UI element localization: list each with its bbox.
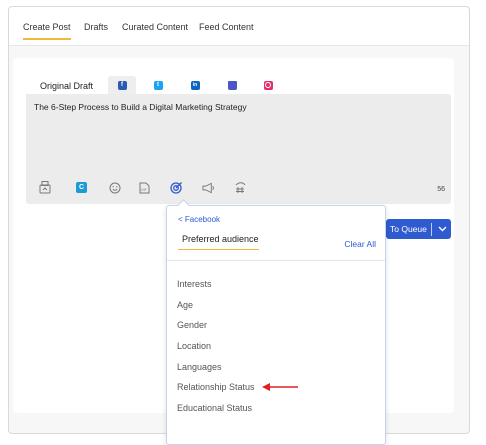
twitter-icon: t: [153, 80, 163, 90]
divider: [167, 260, 385, 261]
canva-icon[interactable]: C: [75, 181, 88, 194]
add-to-queue-button[interactable]: To Queue: [386, 219, 451, 239]
button-divider: [430, 222, 432, 236]
preferred-audience-field[interactable]: Preferred audience: [178, 234, 259, 250]
network-tab-linkedin[interactable]: in: [181, 76, 209, 94]
tab-drafts[interactable]: Drafts: [84, 22, 108, 32]
clear-all-button[interactable]: Clear All: [344, 239, 376, 249]
facebook-icon: f: [117, 80, 127, 90]
google-business-icon: [227, 80, 237, 90]
gif-icon[interactable]: GIF: [138, 181, 151, 194]
chevron-down-icon[interactable]: [438, 224, 447, 234]
post-editor[interactable]: The 6-Step Process to Build a Digital Ma…: [26, 94, 451, 204]
megaphone-icon[interactable]: [202, 181, 215, 194]
media-upload-icon[interactable]: [38, 181, 51, 194]
option-educational-status[interactable]: Educational Status: [177, 403, 252, 413]
hashtag-icon[interactable]: [234, 181, 247, 194]
back-to-facebook-link[interactable]: < Facebook: [178, 215, 220, 224]
option-interests[interactable]: Interests: [177, 279, 212, 289]
top-tab-bar: Create Post Drafts Curated Content Feed …: [9, 7, 469, 46]
character-count: 56: [437, 186, 445, 193]
tab-original-draft[interactable]: Original Draft: [40, 81, 93, 91]
emoji-icon[interactable]: [108, 181, 121, 194]
tab-curated-content[interactable]: Curated Content: [122, 22, 188, 32]
annotation-arrow-icon: [262, 383, 298, 391]
instagram-icon: [263, 80, 273, 90]
svg-text:GIF: GIF: [141, 188, 147, 192]
targeting-icon[interactable]: [170, 181, 183, 194]
option-relationship-status[interactable]: Relationship Status: [177, 382, 255, 392]
audience-targeting-dropdown: < Facebook Preferred audience Clear All …: [166, 205, 386, 445]
option-gender[interactable]: Gender: [177, 320, 207, 330]
option-age[interactable]: Age: [177, 300, 193, 310]
option-languages[interactable]: Languages: [177, 362, 222, 372]
tab-feed-content[interactable]: Feed Content: [199, 22, 254, 32]
network-tab-twitter[interactable]: t: [144, 76, 172, 94]
linkedin-icon: in: [190, 80, 200, 90]
network-tab-instagram[interactable]: [254, 76, 282, 94]
option-location[interactable]: Location: [177, 341, 211, 351]
queue-button-label: To Queue: [390, 224, 427, 234]
network-tab-google-business[interactable]: [218, 76, 246, 94]
tab-create-post[interactable]: Create Post: [23, 22, 71, 40]
network-tab-facebook[interactable]: f: [108, 76, 136, 94]
post-text[interactable]: The 6-Step Process to Build a Digital Ma…: [34, 102, 247, 112]
